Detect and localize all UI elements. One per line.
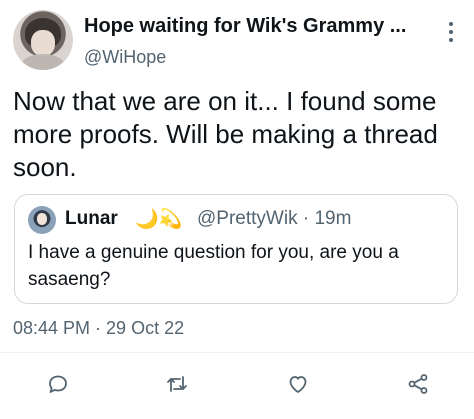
tweet-timestamp: 08:44 PM · 29 Oct 22	[13, 318, 185, 338]
quoted-tweet[interactable]: Lunar 🌙💫 @PrettyWik · 19m I have a genui…	[14, 194, 458, 304]
more-vertical-icon[interactable]	[441, 22, 461, 46]
quote-text: I have a genuine question for you, are y…	[28, 242, 399, 290]
author-handle[interactable]: @WiHope	[84, 47, 166, 68]
author-avatar[interactable]	[13, 10, 73, 70]
quote-author-name: Lunar	[65, 208, 118, 229]
retweet-icon[interactable]	[163, 370, 191, 398]
heart-icon[interactable]	[284, 370, 312, 398]
divider	[0, 352, 474, 353]
quote-author-handle-time: @PrettyWik · 19m	[197, 208, 352, 229]
quote-author-emoji: 🌙💫	[135, 209, 183, 230]
reply-icon[interactable]	[44, 370, 72, 398]
quote-author-avatar	[28, 206, 56, 234]
tweet-actions	[0, 366, 474, 402]
tweet-header: Hope waiting for Wik's Grammy ... @WiHop…	[13, 10, 463, 72]
author-display-name[interactable]: Hope waiting for Wik's Grammy ...	[84, 15, 406, 38]
share-icon[interactable]	[404, 370, 432, 398]
tweet-text: Now that we are on it... I found some mo…	[13, 86, 438, 182]
